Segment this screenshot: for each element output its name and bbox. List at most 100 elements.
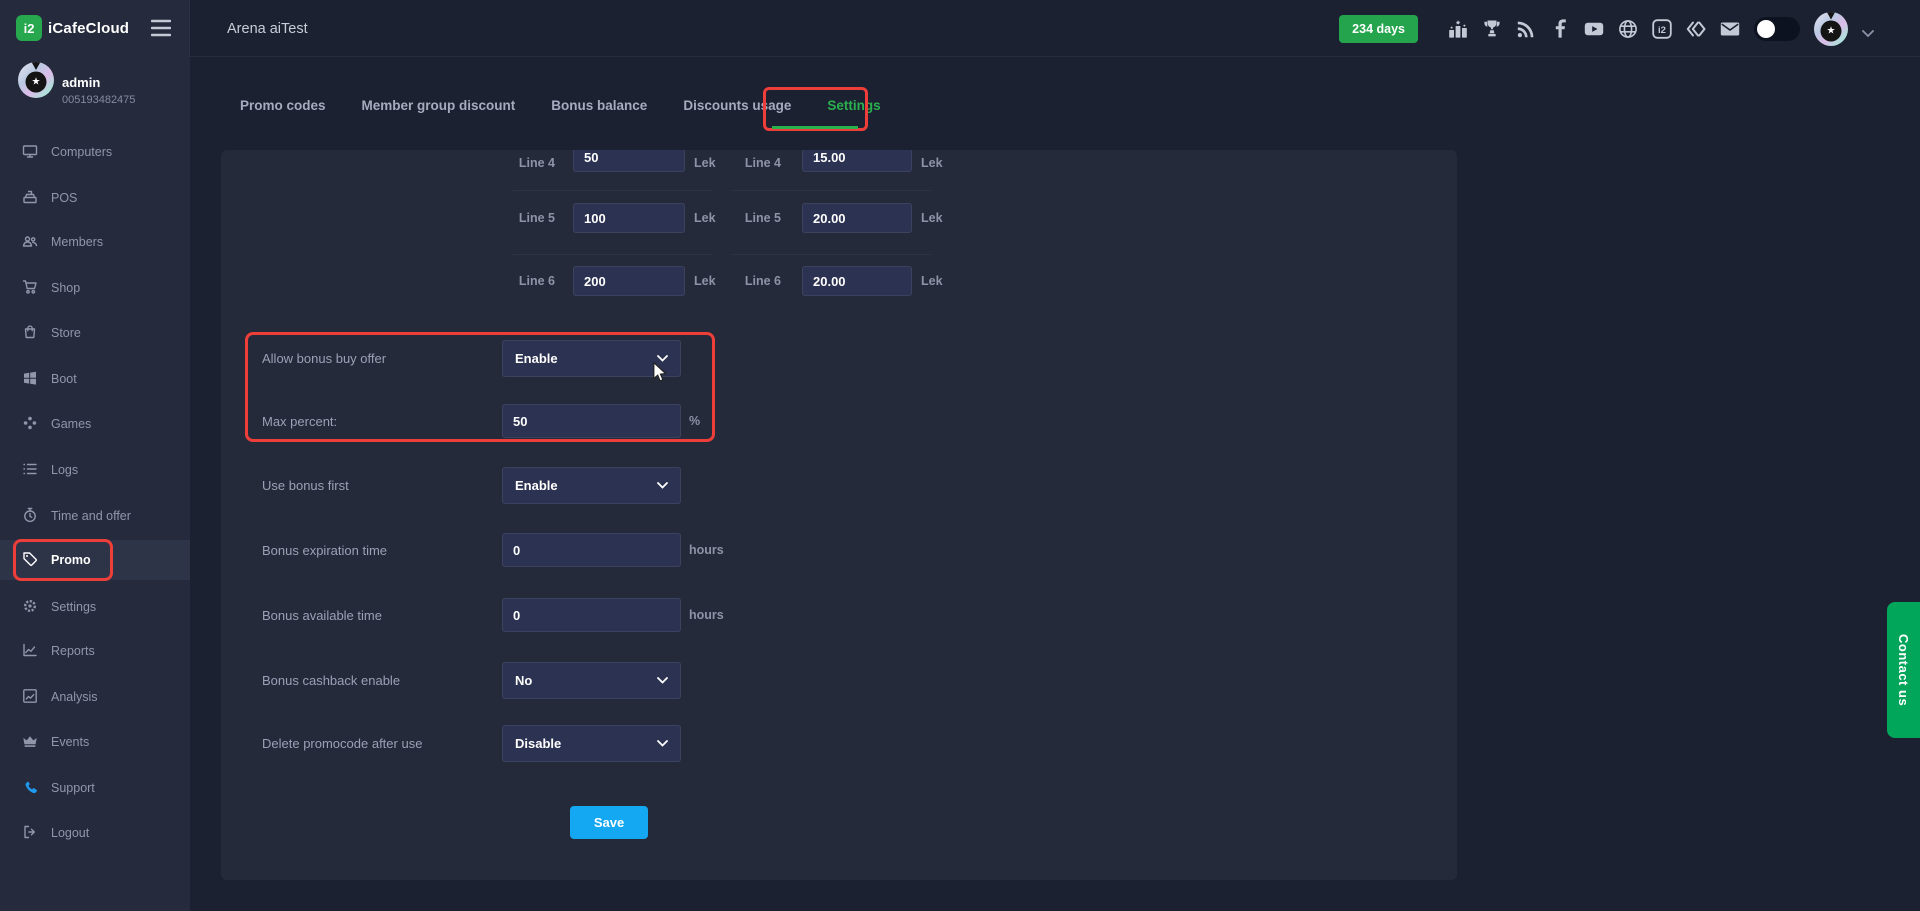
sidebar-item-label: Settings [51,600,96,614]
windows-icon [22,370,38,389]
delete-promocode-after-use-label: Delete promocode after use [262,736,422,751]
sidebar-item-store[interactable]: Store [0,313,190,353]
currency-suffix: Lek [694,274,716,288]
hours-suffix: hours [689,543,724,557]
sidebar-item-label: Support [51,781,95,795]
hours-suffix: hours [689,608,724,622]
sidebar-item-reports[interactable]: Reports [0,631,190,671]
hamburger-menu-icon[interactable] [151,19,171,37]
brand-name: iCafeCloud [48,20,129,37]
sidebar-item-games[interactable]: Games [0,404,190,444]
row-divider [731,254,931,255]
tab-promo-codes[interactable]: Promo codes [240,98,326,113]
sidebar-item-support[interactable]: Support [0,768,190,808]
subscription-days-badge[interactable]: 234 days [1339,15,1418,43]
sidebar-item-logout[interactable]: Logout [0,813,190,853]
contact-us-tab[interactable]: Contact us [1887,602,1920,738]
sidebar-item-label: Reports [51,644,95,658]
user-avatar[interactable] [1814,12,1848,46]
line-label: Line 5 [495,211,555,225]
sidebar-item-label: Promo [51,553,91,567]
members-icon [22,233,38,252]
select-value: Disable [515,736,561,751]
sidebar-item-promo[interactable]: Promo [0,540,190,580]
bonus-expiration-time-input[interactable] [502,533,681,567]
facebook-icon[interactable] [1550,19,1570,39]
svg-text:i2: i2 [1658,25,1666,36]
line-label: Line 5 [725,211,781,225]
youtube-icon[interactable] [1584,19,1604,39]
line4-amount-input[interactable] [573,150,685,172]
use-bonus-first-label: Use bonus first [262,478,349,493]
bonus-cashback-enable-select[interactable]: No [502,662,681,699]
logout-icon [22,824,38,843]
sidebar-item-boot[interactable]: Boot [0,359,190,399]
sidebar-item-label: Events [51,735,89,749]
line6-amount-input[interactable] [573,266,685,296]
select-value: No [515,673,532,688]
line6-price-input[interactable] [802,266,912,296]
line-label: Line 6 [495,274,555,288]
ranking-icon[interactable] [1448,19,1468,39]
line-chart-icon [22,642,38,661]
max-percent-label: Max percent: [262,414,337,429]
theme-toggle[interactable] [1754,17,1800,41]
sidebar-user-avatar[interactable] [18,62,54,98]
tab-settings[interactable]: Settings [827,98,880,113]
bonus-expiration-time-label: Bonus expiration time [262,543,387,558]
bonus-available-time-input[interactable] [502,598,681,632]
sidebar-item-members[interactable]: Members [0,222,190,262]
tab-bonus-balance[interactable]: Bonus balance [551,98,647,113]
sidebar-item-settings[interactable]: Settings [0,587,190,627]
icafe-logo-icon[interactable]: i2 [1652,19,1672,39]
app-window: i2 iCafeCloud Arena aiTest 234 days [0,0,1920,911]
contact-us-label: Contact us [1896,634,1911,706]
settings-panel: Line 4 Lek Line 5 Lek Line 6 Lek Line 4 … [221,150,1457,880]
tab-discounts-usage[interactable]: Discounts usage [683,98,791,113]
line-label: Line 4 [725,156,781,170]
line5-price-input[interactable] [802,203,912,233]
sidebar-item-analysis[interactable]: Analysis [0,677,190,717]
globe-icon[interactable] [1618,19,1638,39]
gamepad-icon [22,415,38,434]
sidebar-item-events[interactable]: Events [0,722,190,762]
chevron-down-icon[interactable] [1862,25,1874,33]
header-brand-area: i2 iCafeCloud [0,0,190,57]
sidebar-item-label: POS [51,191,77,205]
tab-member-group-discount[interactable]: Member group discount [362,98,516,113]
sidebar-item-label: Shop [51,281,80,295]
use-bonus-first-select[interactable]: Enable [502,467,681,504]
sidebar-item-pos[interactable]: POS [0,178,190,218]
icafecloud-logo-icon: i2 [16,15,42,41]
allow-bonus-buy-offer-select[interactable]: Enable [502,340,681,377]
trophy-icon[interactable] [1482,19,1502,39]
line5-amount-input[interactable] [573,203,685,233]
active-tab-underline [772,126,858,129]
area-chart-icon [22,688,38,707]
sidebar-item-shop[interactable]: Shop [0,268,190,308]
chevron-down-icon [657,482,668,489]
sidebar-item-computers[interactable]: Computers [0,132,190,172]
rss-icon[interactable] [1516,19,1536,39]
delete-promocode-after-use-select[interactable]: Disable [502,725,681,762]
currency-suffix: Lek [921,156,943,170]
sidebar-item-time-and-offer[interactable]: Time and offer [0,496,190,536]
save-button[interactable]: Save [570,806,648,839]
sidebar-item-label: Logs [51,463,78,477]
sidebar-item-logs[interactable]: Logs [0,450,190,490]
list-icon [22,461,38,480]
line-label: Line 4 [495,156,555,170]
user-id: 005193482475 [62,94,135,106]
sidebar-item-label: Members [51,235,103,249]
mail-icon[interactable] [1720,19,1740,39]
sidebar: admin 005193482475 Computers POS Members… [0,57,190,911]
line4-price-input[interactable] [802,150,912,172]
page-title: Arena aiTest [227,0,308,57]
chevrons-icon[interactable] [1686,19,1706,39]
crown-icon [22,733,38,752]
percent-suffix: % [689,414,700,428]
chevron-down-icon [657,355,668,362]
top-header: i2 iCafeCloud Arena aiTest 234 days [0,0,1920,57]
max-percent-input[interactable] [502,404,681,438]
chevron-down-icon [657,677,668,684]
